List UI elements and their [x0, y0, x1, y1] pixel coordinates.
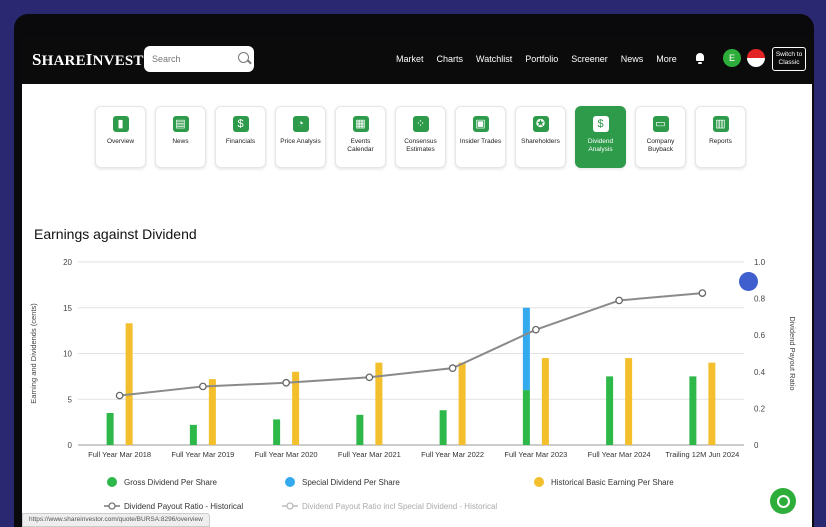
- bar-basic-eps: [708, 362, 716, 445]
- y-axis-label: Earning and Dividends (cents): [29, 303, 38, 404]
- chart-options-button[interactable]: [739, 272, 758, 291]
- legend-swatch: [286, 502, 294, 510]
- bar-gross-dividend: [522, 390, 530, 445]
- bar-basic-eps: [625, 358, 633, 445]
- bar-gross-dividend: [606, 376, 614, 445]
- bar-basic-eps: [541, 358, 549, 445]
- legend-swatch: [534, 477, 544, 487]
- payout-ratio-line: [119, 292, 703, 397]
- legend-label: Dividend Payout Ratio incl Special Divid…: [302, 502, 497, 511]
- legend-swatch: [108, 502, 116, 510]
- status-url: https://www.shareinvestor.com/quote/BURS…: [22, 513, 210, 527]
- y2-axis-label: Dividend Payout Ratio: [788, 316, 797, 390]
- payout-ratio-point: [365, 373, 374, 382]
- app-window: SHAREINVESTOR MarketChartsWatchlistPortf…: [22, 36, 812, 527]
- y2-tick-label: 0.2: [754, 404, 766, 413]
- bar-basic-eps: [208, 379, 216, 445]
- payout-ratio-point: [698, 289, 707, 297]
- y-tick-label: 5: [68, 395, 73, 404]
- x-tick-label: Trailing 12M Jun 2024: [665, 450, 739, 459]
- bar-gross-dividend: [106, 412, 114, 445]
- legend-swatch: [107, 477, 117, 487]
- bar-gross-dividend: [689, 376, 697, 445]
- bar-basic-eps: [458, 362, 466, 445]
- payout-ratio-point: [199, 382, 207, 391]
- x-tick-label: Full Year Mar 2023: [504, 450, 567, 459]
- bar-gross-dividend: [356, 414, 364, 445]
- bar-gross-dividend: [439, 410, 447, 445]
- legend-label: Special Dividend Per Share: [302, 478, 400, 487]
- payout-ratio-point: [115, 391, 124, 400]
- legend-label: Historical Basic Earning Per Share: [551, 478, 674, 487]
- y2-tick-label: 0.8: [754, 295, 766, 304]
- chat-button[interactable]: [770, 488, 796, 514]
- bar-gross-dividend: [273, 419, 281, 445]
- y-tick-label: 20: [63, 258, 72, 267]
- bar-special-dividend: [522, 307, 530, 391]
- bar-basic-eps: [125, 323, 133, 445]
- y2-tick-label: 0: [754, 441, 759, 450]
- x-tick-label: Full Year Mar 2019: [171, 450, 234, 459]
- legend-swatch: [285, 477, 295, 487]
- y-tick-label: 10: [63, 350, 72, 359]
- earnings-dividend-chart: 0 5 10 15 20 0 0.2 0.4 0.6 0.8 1.0 Earning and Divi…: [29, 258, 797, 511]
- y-tick-label: 0: [68, 441, 73, 450]
- payout-ratio-point: [448, 364, 457, 372]
- x-tick-label: Full Year Mar 2018: [88, 450, 151, 459]
- payout-ratio-point: [532, 325, 540, 334]
- legend-label: Dividend Payout Ratio - Historical: [124, 502, 243, 511]
- bar-gross-dividend: [189, 424, 197, 445]
- y2-tick-label: 1.0: [754, 258, 766, 267]
- y-tick-label: 15: [63, 304, 72, 313]
- x-tick-label: Full Year Mar 2024: [588, 450, 651, 459]
- x-tick-label: Full Year Mar 2021: [338, 450, 401, 459]
- payout-ratio-point: [282, 378, 290, 387]
- x-tick-label: Full Year Mar 2022: [421, 450, 484, 459]
- legend-label: Gross Dividend Per Share: [124, 478, 217, 487]
- x-tick-label: Full Year Mar 2020: [255, 450, 318, 459]
- payout-ratio-point: [615, 296, 623, 305]
- y2-tick-label: 0.6: [754, 331, 766, 340]
- y2-tick-label: 0.4: [754, 368, 766, 377]
